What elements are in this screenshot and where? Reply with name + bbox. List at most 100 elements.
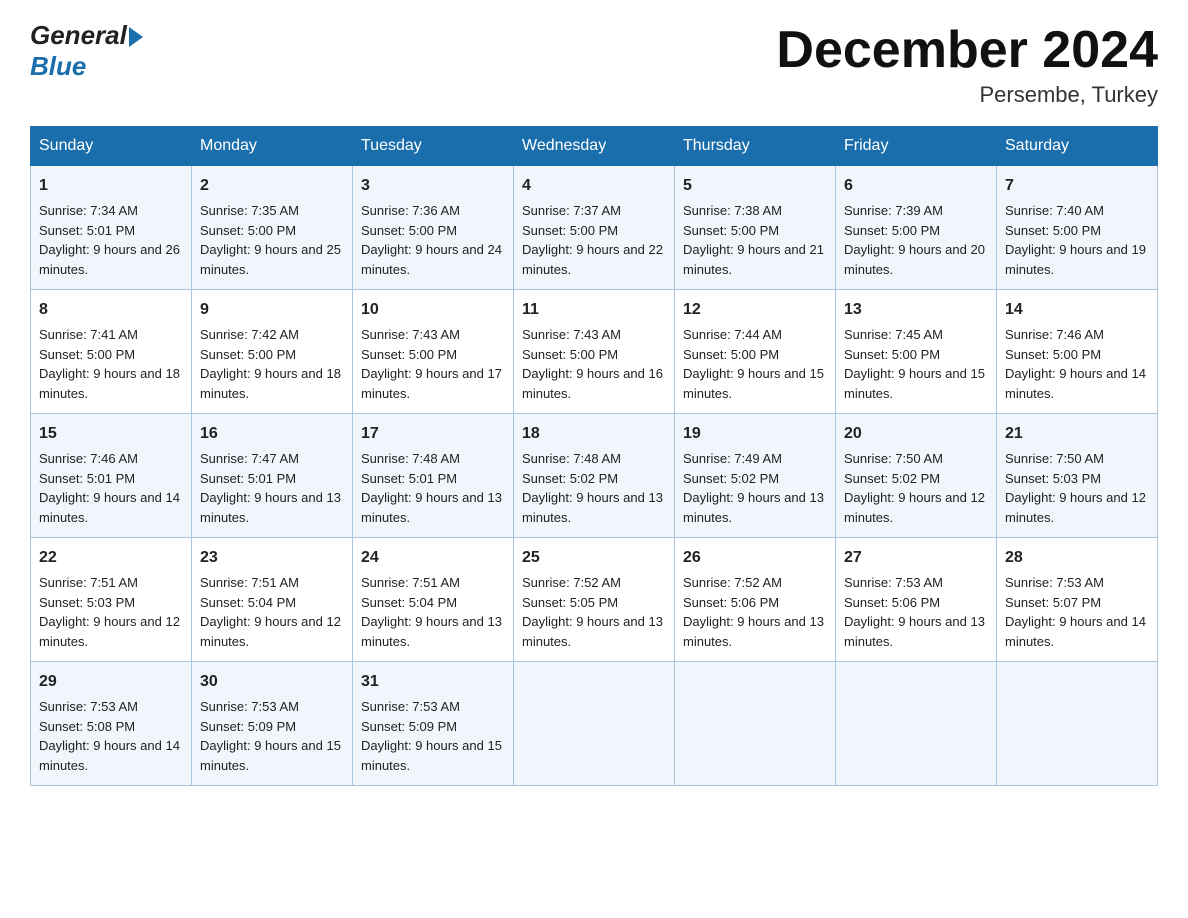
calendar-day-cell: 12 Sunrise: 7:44 AMSunset: 5:00 PMDayligh… [675, 290, 836, 414]
day-number: 13 [844, 298, 988, 322]
calendar-day-cell [514, 662, 675, 786]
month-title: December 2024 [776, 20, 1158, 80]
calendar-day-cell: 7 Sunrise: 7:40 AMSunset: 5:00 PMDaylight… [997, 166, 1158, 290]
day-number: 28 [1005, 546, 1149, 570]
day-info: Sunrise: 7:47 AMSunset: 5:01 PMDaylight:… [200, 451, 341, 525]
day-of-week-header: Monday [192, 127, 353, 166]
day-info: Sunrise: 7:50 AMSunset: 5:02 PMDaylight:… [844, 451, 985, 525]
calendar-week-row: 15Sunrise: 7:46 AMSunset: 5:01 PMDayligh… [31, 414, 1158, 538]
calendar-day-cell: 20 Sunrise: 7:50 AMSunset: 5:02 PMDayligh… [836, 414, 997, 538]
calendar-day-cell: 2 Sunrise: 7:35 AMSunset: 5:00 PMDaylight… [192, 166, 353, 290]
calendar-day-cell: 8 Sunrise: 7:41 AMSunset: 5:00 PMDaylight… [31, 290, 192, 414]
calendar-week-row: 8 Sunrise: 7:41 AMSunset: 5:00 PMDaylight… [31, 290, 1158, 414]
calendar-day-cell: 17 Sunrise: 7:48 AMSunset: 5:01 PMDayligh… [353, 414, 514, 538]
day-info: Sunrise: 7:51 AMSunset: 5:04 PMDaylight:… [361, 575, 502, 649]
day-number: 3 [361, 174, 505, 198]
day-number: 11 [522, 298, 666, 322]
calendar-day-cell: 25 Sunrise: 7:52 AMSunset: 5:05 PMDayligh… [514, 538, 675, 662]
day-info: Sunrise: 7:41 AMSunset: 5:00 PMDaylight:… [39, 327, 180, 401]
day-number: 18 [522, 422, 666, 446]
day-info: Sunrise: 7:36 AMSunset: 5:00 PMDaylight:… [361, 203, 502, 277]
day-number: 27 [844, 546, 988, 570]
day-info: Sunrise: 7:52 AMSunset: 5:05 PMDaylight:… [522, 575, 663, 649]
day-info: Sunrise: 7:48 AMSunset: 5:01 PMDaylight:… [361, 451, 502, 525]
day-info: Sunrise: 7:50 AMSunset: 5:03 PMDaylight:… [1005, 451, 1146, 525]
day-info: Sunrise: 7:52 AMSunset: 5:06 PMDaylight:… [683, 575, 824, 649]
day-number: 20 [844, 422, 988, 446]
calendar-day-cell: 6Sunrise: 7:39 AMSunset: 5:00 PMDaylight… [836, 166, 997, 290]
day-of-week-header: Thursday [675, 127, 836, 166]
calendar-day-cell: 1Sunrise: 7:34 AMSunset: 5:01 PMDaylight… [31, 166, 192, 290]
calendar-week-row: 22Sunrise: 7:51 AMSunset: 5:03 PMDayligh… [31, 538, 1158, 662]
day-info: Sunrise: 7:49 AMSunset: 5:02 PMDaylight:… [683, 451, 824, 525]
day-number: 29 [39, 670, 183, 694]
calendar-day-cell: 28 Sunrise: 7:53 AMSunset: 5:07 PMDayligh… [997, 538, 1158, 662]
calendar-day-cell: 22Sunrise: 7:51 AMSunset: 5:03 PMDayligh… [31, 538, 192, 662]
page-header: General Blue December 2024 Persembe, Tur… [30, 20, 1158, 108]
day-info: Sunrise: 7:51 AMSunset: 5:03 PMDaylight:… [39, 575, 180, 649]
day-number: 17 [361, 422, 505, 446]
day-number: 10 [361, 298, 505, 322]
calendar-day-cell: 21 Sunrise: 7:50 AMSunset: 5:03 PMDayligh… [997, 414, 1158, 538]
calendar-header-row: SundayMondayTuesdayWednesdayThursdayFrid… [31, 127, 1158, 166]
day-info: Sunrise: 7:37 AMSunset: 5:00 PMDaylight:… [522, 203, 663, 277]
day-of-week-header: Sunday [31, 127, 192, 166]
day-info: Sunrise: 7:40 AMSunset: 5:00 PMDaylight:… [1005, 203, 1146, 277]
day-number: 5 [683, 174, 827, 198]
calendar-day-cell: 30Sunrise: 7:53 AMSunset: 5:09 PMDayligh… [192, 662, 353, 786]
calendar-table: SundayMondayTuesdayWednesdayThursdayFrid… [30, 126, 1158, 786]
day-info: Sunrise: 7:46 AMSunset: 5:00 PMDaylight:… [1005, 327, 1146, 401]
logo-general-text: General [30, 20, 127, 51]
calendar-day-cell: 9 Sunrise: 7:42 AMSunset: 5:00 PMDaylight… [192, 290, 353, 414]
day-info: Sunrise: 7:51 AMSunset: 5:04 PMDaylight:… [200, 575, 341, 649]
calendar-day-cell: 31Sunrise: 7:53 AMSunset: 5:09 PMDayligh… [353, 662, 514, 786]
day-number: 7 [1005, 174, 1149, 198]
calendar-day-cell: 11 Sunrise: 7:43 AMSunset: 5:00 PMDayligh… [514, 290, 675, 414]
day-of-week-header: Tuesday [353, 127, 514, 166]
logo-arrow-icon [129, 27, 143, 47]
day-number: 24 [361, 546, 505, 570]
calendar-day-cell [997, 662, 1158, 786]
day-number: 21 [1005, 422, 1149, 446]
day-number: 12 [683, 298, 827, 322]
calendar-day-cell [675, 662, 836, 786]
day-number: 2 [200, 174, 344, 198]
day-info: Sunrise: 7:35 AMSunset: 5:00 PMDaylight:… [200, 203, 341, 277]
day-info: Sunrise: 7:38 AMSunset: 5:00 PMDaylight:… [683, 203, 824, 277]
calendar-day-cell: 3 Sunrise: 7:36 AMSunset: 5:00 PMDaylight… [353, 166, 514, 290]
day-number: 16 [200, 422, 344, 446]
calendar-day-cell: 23 Sunrise: 7:51 AMSunset: 5:04 PMDayligh… [192, 538, 353, 662]
calendar-week-row: 1Sunrise: 7:34 AMSunset: 5:01 PMDaylight… [31, 166, 1158, 290]
calendar-day-cell: 5 Sunrise: 7:38 AMSunset: 5:00 PMDaylight… [675, 166, 836, 290]
day-info: Sunrise: 7:43 AMSunset: 5:00 PMDaylight:… [522, 327, 663, 401]
day-number: 14 [1005, 298, 1149, 322]
day-number: 9 [200, 298, 344, 322]
calendar-day-cell: 19 Sunrise: 7:49 AMSunset: 5:02 PMDayligh… [675, 414, 836, 538]
calendar-day-cell [836, 662, 997, 786]
day-number: 15 [39, 422, 183, 446]
title-block: December 2024 Persembe, Turkey [776, 20, 1158, 108]
day-number: 19 [683, 422, 827, 446]
calendar-day-cell: 24 Sunrise: 7:51 AMSunset: 5:04 PMDayligh… [353, 538, 514, 662]
day-info: Sunrise: 7:53 AMSunset: 5:07 PMDaylight:… [1005, 575, 1146, 649]
calendar-day-cell: 27 Sunrise: 7:53 AMSunset: 5:06 PMDayligh… [836, 538, 997, 662]
day-number: 23 [200, 546, 344, 570]
day-number: 1 [39, 174, 183, 198]
day-info: Sunrise: 7:44 AMSunset: 5:00 PMDaylight:… [683, 327, 824, 401]
day-info: Sunrise: 7:48 AMSunset: 5:02 PMDaylight:… [522, 451, 663, 525]
day-of-week-header: Friday [836, 127, 997, 166]
calendar-day-cell: 14 Sunrise: 7:46 AMSunset: 5:00 PMDayligh… [997, 290, 1158, 414]
day-number: 31 [361, 670, 505, 694]
day-number: 26 [683, 546, 827, 570]
day-info: Sunrise: 7:45 AMSunset: 5:00 PMDaylight:… [844, 327, 985, 401]
day-info: Sunrise: 7:53 AMSunset: 5:06 PMDaylight:… [844, 575, 985, 649]
day-info: Sunrise: 7:42 AMSunset: 5:00 PMDaylight:… [200, 327, 341, 401]
calendar-day-cell: 26 Sunrise: 7:52 AMSunset: 5:06 PMDayligh… [675, 538, 836, 662]
day-number: 8 [39, 298, 183, 322]
logo-blue-text: Blue [30, 51, 86, 82]
day-info: Sunrise: 7:43 AMSunset: 5:00 PMDaylight:… [361, 327, 502, 401]
day-info: Sunrise: 7:39 AMSunset: 5:00 PMDaylight:… [844, 203, 985, 277]
day-info: Sunrise: 7:53 AMSunset: 5:08 PMDaylight:… [39, 699, 180, 773]
day-number: 25 [522, 546, 666, 570]
day-number: 30 [200, 670, 344, 694]
